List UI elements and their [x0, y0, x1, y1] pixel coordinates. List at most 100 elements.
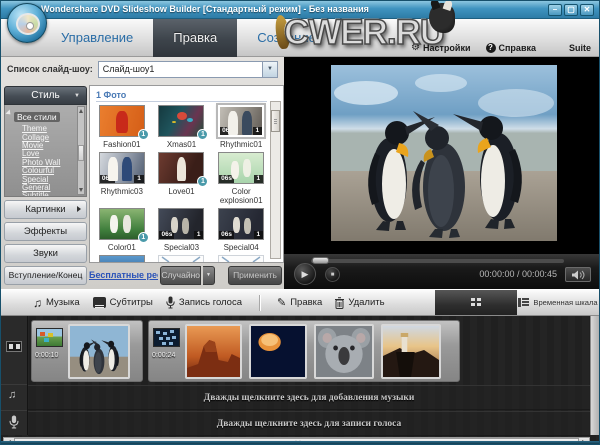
style-thumb-xmas01[interactable]: 1 [158, 105, 204, 137]
video-preview: ▶ ■ 00:00:00 / 00:00:45 [284, 57, 599, 289]
storyboard-view-button[interactable] [435, 290, 517, 315]
style-thumb-love01[interactable]: 1 [158, 152, 204, 184]
app-window: Wondershare DVD Slideshow Builder [Станд… [0, 0, 600, 445]
play-button[interactable]: ▶ [294, 263, 316, 285]
suite-button[interactable]: Suite [569, 43, 591, 53]
track-divider [1, 384, 27, 385]
style-thumb-fashion01[interactable]: 1 [99, 105, 145, 137]
music-note-icon: ♫ [33, 296, 42, 310]
style-thumb-special03[interactable]: 06s1 [158, 208, 204, 240]
stop-button[interactable]: ■ [325, 267, 340, 282]
style-thumb-placeholder[interactable]: 1 [218, 255, 264, 263]
music-track-hint-row[interactable]: Дважды щелкните здесь для добавления муз… [28, 385, 590, 410]
pictures-button[interactable]: Картинки [4, 200, 87, 219]
track-icons-column: ♫ [1, 316, 28, 435]
styles-count-header: 1 Фото [96, 89, 267, 102]
count-badge: 1 [197, 129, 208, 140]
style-sidebar: Стиль ▼ Все стили Theme Collage Movie Lo… [4, 86, 87, 285]
timeline-v-scrollbar[interactable] [590, 316, 599, 435]
timeline-area: ♫ 0:00:10 [1, 316, 599, 445]
trash-icon [335, 297, 344, 309]
help-button[interactable]: ? Справка [486, 43, 536, 53]
seek-slider[interactable] [311, 259, 564, 263]
music-track-icon: ♫ [8, 389, 16, 401]
playback-controls: ▶ ■ 00:00:00 / 00:00:45 [284, 253, 599, 289]
voice-track-hint-row[interactable]: Дважды щелкните здесь для записи голоса [28, 411, 590, 436]
edit-button[interactable]: ✎ Правка [277, 296, 322, 309]
scrollbar-thumb[interactable] [78, 145, 84, 161]
style-thumb-photo[interactable]: 05s1 [99, 255, 145, 263]
help-icon: ? [486, 43, 496, 53]
help-label: Справка [499, 43, 536, 53]
intro-outro-button[interactable]: Вступление/Конец [4, 266, 87, 285]
timeline-clip-group-1[interactable]: 0:00:10 [31, 320, 143, 382]
preview-image-penguins [331, 65, 557, 241]
tab-pravka[interactable]: Правка [153, 19, 237, 57]
time-display: 00:00:00 / 00:00:45 [479, 269, 557, 279]
style-thumb-rhythmic01-selected[interactable]: 06s1 [218, 105, 264, 137]
maximize-button[interactable]: ▢ [564, 4, 578, 16]
timeline-thumb-jellyfish[interactable] [249, 324, 307, 379]
music-hint-text: Дважды щелкните здесь для добавления муз… [204, 393, 415, 403]
timeline-lines-icon [518, 298, 529, 307]
tree-scrollbar[interactable] [77, 106, 85, 194]
subtitles-button[interactable]: Субтитры [93, 297, 153, 308]
app-logo-icon [7, 3, 47, 43]
clip-style-thumb[interactable] [36, 328, 63, 347]
chevron-down-icon[interactable]: ▼ [262, 62, 277, 77]
sounds-button[interactable]: Звуки [4, 244, 87, 263]
video-track: 0:00:10 [28, 320, 590, 382]
volume-button[interactable] [565, 267, 591, 282]
style-thumb-rhythmic03[interactable]: 06s1 [99, 152, 145, 184]
close-button[interactable]: ✕ [580, 4, 594, 16]
track-divider [1, 410, 27, 411]
slideshow-select[interactable]: Слайд-шоу1 ▼ [98, 61, 278, 78]
clip-style-thumb[interactable] [153, 328, 180, 347]
tree-expand-icon[interactable] [5, 110, 12, 117]
styles-scrollbar[interactable] [270, 101, 281, 259]
delete-button[interactable]: Удалить [335, 297, 384, 309]
timeline-thumb-koala[interactable] [314, 324, 374, 379]
edit-toolbar: ♫ Музыка Субтитры Запись голоса ✎ Правка [1, 289, 599, 316]
apply-button[interactable]: Применить [228, 266, 282, 285]
timeline-thumb-penguins[interactable] [68, 324, 130, 379]
tree-item-movie[interactable]: Movie [8, 142, 76, 150]
random-dropdown-button[interactable]: ▼ [203, 266, 215, 285]
toolbar-divider [259, 295, 260, 311]
timeline-view-button[interactable]: Временная шкала [517, 290, 599, 315]
window-bottom-edge [1, 441, 599, 444]
clip-time: 0:00:24 [152, 352, 175, 359]
scroll-down-icon[interactable] [79, 188, 83, 192]
style-header-label: Стиль [31, 90, 59, 101]
storyboard-grid-icon [471, 298, 482, 307]
placeholder-style-icon [159, 256, 203, 263]
seek-handle[interactable] [312, 257, 329, 264]
slideshow-select-value: Слайд-шоу1 [103, 64, 155, 74]
pictures-label: Картинки [25, 204, 65, 215]
chevron-down-icon: ▼ [74, 93, 80, 99]
timeline-thumb-lighthouse[interactable] [381, 324, 441, 379]
speaker-icon [571, 270, 585, 280]
style-thumb-color01[interactable]: 1 [99, 208, 145, 240]
timeline-thumb-desert[interactable] [185, 324, 242, 379]
window-controls: – ▢ ✕ [548, 4, 594, 16]
scroll-up-icon[interactable] [79, 109, 83, 113]
music-button[interactable]: ♫ Музыка [33, 296, 80, 310]
style-thumb-special04[interactable]: 06s1 [218, 208, 264, 240]
watermark-dog-figure [429, 3, 455, 33]
scrollbar-thumb[interactable] [271, 110, 280, 132]
placeholder-style-icon [219, 256, 263, 263]
timeline-clip-group-2[interactable]: 0:00:24 [148, 320, 460, 382]
minimize-button[interactable]: – [548, 4, 562, 16]
voice-record-button[interactable]: Запись голоса [166, 296, 242, 309]
tree-item-all-styles[interactable]: Все стили [14, 112, 60, 122]
left-panel: Список слайд-шоу: Слайд-шоу1 ▼ Стиль ▼ В… [1, 57, 284, 289]
effects-button[interactable]: Эффекты [4, 222, 87, 241]
tree-item-subtitle[interactable]: Subtitle [8, 192, 76, 196]
random-button[interactable]: Случайно [160, 266, 201, 285]
style-thumb-color-explosion01[interactable]: 06s1 [218, 152, 264, 184]
style-thumb-placeholder[interactable]: 1 [158, 255, 204, 263]
style-header-button[interactable]: Стиль ▼ [4, 86, 87, 105]
tab-upravlenie[interactable]: Управление [41, 19, 153, 57]
free-resources-link[interactable]: Бесплатные ресурсы [89, 270, 158, 280]
